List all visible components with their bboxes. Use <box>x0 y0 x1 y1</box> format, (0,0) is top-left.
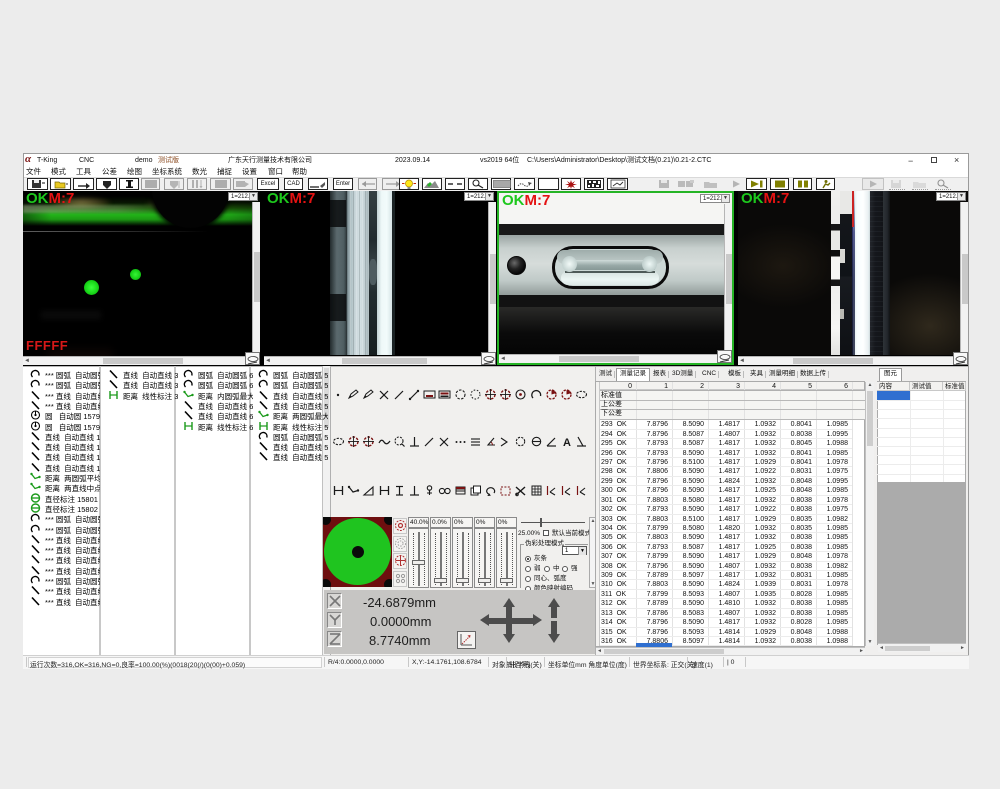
svg-text:A: A <box>563 437 571 448</box>
